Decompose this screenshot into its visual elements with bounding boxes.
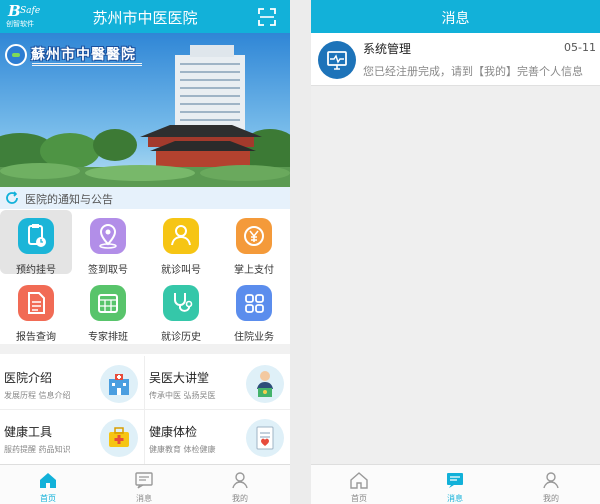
yen-coin-icon bbox=[236, 218, 272, 254]
card-hospital-intro[interactable]: 医院介绍 发展历程 信息介绍 bbox=[0, 356, 145, 410]
tab-profile[interactable]: 我的 bbox=[503, 465, 599, 504]
tab-home[interactable]: 首页 bbox=[0, 465, 96, 504]
messages-screen: 消息 系统管理 05-11 您已经注册完成，请到【我的】完善个人信息 首页 消息… bbox=[311, 0, 600, 504]
home-icon bbox=[40, 473, 56, 488]
user-icon bbox=[232, 472, 248, 489]
tab-label: 消息 bbox=[136, 494, 152, 503]
tab-label: 消息 bbox=[447, 494, 463, 503]
grid-item-queue[interactable]: 就诊叫号 bbox=[145, 210, 217, 276]
grid-item-label: 就诊叫号 bbox=[161, 265, 201, 276]
hospital-building-icon bbox=[100, 365, 138, 403]
card-title: 医院介绍 bbox=[4, 371, 53, 385]
message-icon bbox=[135, 472, 153, 489]
tab-home[interactable]: 首页 bbox=[311, 465, 407, 504]
location-pin-icon bbox=[90, 218, 126, 254]
page-title: 消息 bbox=[441, 11, 470, 27]
calendar-grid-icon bbox=[90, 285, 126, 321]
hospital-emblem-icon bbox=[5, 44, 27, 66]
messages-tab-bar: 首页 消息 我的 bbox=[311, 464, 600, 504]
message-title: 系统管理 bbox=[363, 42, 412, 56]
grid-item-label: 预约挂号 bbox=[16, 265, 56, 276]
clipboard-clock-icon bbox=[18, 218, 54, 254]
grid-item-checkin[interactable]: 签到取号 bbox=[72, 210, 144, 276]
document-icon bbox=[18, 285, 54, 321]
notice-label: 医院的通知与公告 bbox=[25, 193, 113, 206]
card-lecture[interactable]: 吴医大讲堂 传承中医 弘扬吴医 bbox=[145, 356, 290, 410]
grid-item-inpatient[interactable]: 住院业务 bbox=[218, 277, 290, 343]
message-item[interactable]: 系统管理 05-11 您已经注册完成，请到【我的】完善个人信息 bbox=[311, 33, 600, 86]
grid-item-history[interactable]: 就诊历史 bbox=[145, 277, 217, 343]
grid-item-label: 报告查询 bbox=[16, 332, 56, 343]
monitor-icon bbox=[318, 41, 356, 79]
grid-item-label: 专家排班 bbox=[88, 332, 128, 343]
tab-profile[interactable]: 我的 bbox=[192, 465, 288, 504]
page-title: 苏州市中医医院 bbox=[92, 9, 198, 27]
card-title: 健康工具 bbox=[4, 425, 53, 439]
banner-hospital-name: 蘇州市中醫醫院 bbox=[31, 47, 136, 63]
user-icon bbox=[543, 472, 559, 489]
tab-messages[interactable]: 消息 bbox=[96, 465, 192, 504]
message-icon bbox=[447, 473, 463, 488]
grid-item-label: 签到取号 bbox=[88, 265, 128, 276]
card-health-tools[interactable]: 健康工具 服药提醒 药品知识 bbox=[0, 410, 145, 464]
grid-item-label: 就诊历史 bbox=[161, 332, 201, 343]
tab-label: 我的 bbox=[232, 494, 248, 503]
tab-label: 首页 bbox=[351, 494, 367, 503]
scan-icon[interactable] bbox=[258, 8, 276, 26]
message-time: 05-11 bbox=[564, 41, 596, 54]
card-subtitle: 传承中医 弘扬吴医 bbox=[149, 391, 216, 400]
tab-label: 首页 bbox=[40, 494, 56, 503]
service-grid: 预约挂号 签到取号 就诊叫号 掌上支付 报告查询 专家排班 就诊历史 住院业务 bbox=[0, 210, 290, 344]
home-icon bbox=[350, 472, 368, 489]
notice-bar[interactable]: 医院的通知与公告 bbox=[0, 187, 290, 209]
banner-subtitle-line bbox=[32, 63, 142, 66]
home-header: B Safe 创智软件 苏州市中医医院 bbox=[0, 0, 290, 33]
grid-item-reports[interactable]: 报告查询 bbox=[0, 277, 72, 343]
tab-label: 我的 bbox=[543, 494, 559, 503]
card-title: 吴医大讲堂 bbox=[149, 371, 210, 385]
grid-item-payment[interactable]: 掌上支付 bbox=[218, 210, 290, 276]
home-tab-bar: 首页 消息 我的 bbox=[0, 464, 290, 504]
health-report-icon bbox=[246, 419, 284, 457]
medical-kit-icon bbox=[100, 419, 138, 457]
stethoscope-icon bbox=[163, 285, 199, 321]
apps-grid-icon bbox=[236, 285, 272, 321]
home-screen: B Safe 创智软件 苏州市中医医院 蘇州市中醫醫院 医院的通知与公告 预约挂… bbox=[0, 0, 290, 504]
messages-header: 消息 bbox=[311, 0, 600, 33]
person-speaker-icon bbox=[163, 218, 199, 254]
grid-item-expert-schedule[interactable]: 专家排班 bbox=[72, 277, 144, 343]
tab-messages[interactable]: 消息 bbox=[407, 465, 503, 504]
card-title: 健康体检 bbox=[149, 425, 198, 439]
card-health-checkup[interactable]: 健康体检 健康教育 体检健康 bbox=[145, 410, 290, 464]
grid-item-appointment[interactable]: 预约挂号 bbox=[0, 210, 72, 276]
doctor-podium-icon bbox=[246, 365, 284, 403]
card-subtitle: 健康教育 体检健康 bbox=[149, 445, 216, 454]
card-subtitle: 服药提醒 药品知识 bbox=[4, 445, 71, 454]
card-subtitle: 发展历程 信息介绍 bbox=[4, 391, 71, 400]
grid-item-label: 掌上支付 bbox=[234, 265, 274, 276]
section-divider bbox=[0, 344, 290, 354]
refresh-icon bbox=[6, 191, 18, 204]
hospital-logo: 蘇州市中醫醫院 bbox=[5, 44, 165, 72]
screenshot-stage: B Safe 创智软件 苏州市中医医院 蘇州市中醫醫院 医院的通知与公告 预约挂… bbox=[0, 0, 600, 504]
grid-item-label: 住院业务 bbox=[234, 332, 274, 343]
hospital-banner[interactable]: 蘇州市中醫醫院 bbox=[0, 33, 290, 187]
message-preview: 您已经注册完成，请到【我的】完善个人信息 bbox=[363, 65, 583, 78]
